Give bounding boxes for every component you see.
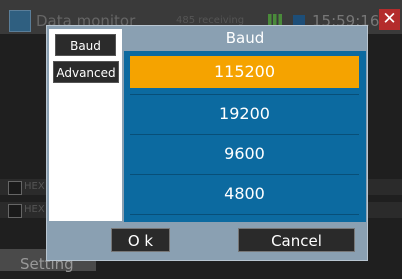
option-divider <box>130 134 359 135</box>
dialog-side-panel: Baud Advanced <box>49 29 122 221</box>
baud-option-list[interactable]: 115200 19200 9600 4800 <box>124 51 366 222</box>
hex-label: HEX <box>24 181 45 192</box>
tab-baud[interactable]: Baud <box>55 34 116 56</box>
dialog-button-bar: O k Cancel <box>49 223 365 258</box>
option-divider <box>130 94 359 95</box>
ok-button[interactable]: O k <box>111 228 170 252</box>
close-icon[interactable]: ✕ <box>379 9 400 30</box>
baud-dialog: Baud Advanced Baud 115200 19200 9600 480… <box>46 25 368 261</box>
app-icon <box>9 10 31 32</box>
cancel-button[interactable]: Cancel <box>238 228 355 252</box>
baud-option-9600[interactable]: 9600 <box>130 138 359 170</box>
hex-checkbox[interactable] <box>8 204 22 218</box>
hex-label: HEX <box>24 204 45 215</box>
tab-advanced[interactable]: Advanced <box>53 61 119 83</box>
option-divider <box>130 174 359 175</box>
option-divider <box>130 214 359 215</box>
hex-checkbox[interactable] <box>8 181 22 195</box>
baud-option-19200[interactable]: 19200 <box>130 98 359 130</box>
baud-option-115200[interactable]: 115200 <box>130 56 359 88</box>
baud-option-4800[interactable]: 4800 <box>130 178 359 210</box>
dialog-title: Baud <box>225 29 265 47</box>
